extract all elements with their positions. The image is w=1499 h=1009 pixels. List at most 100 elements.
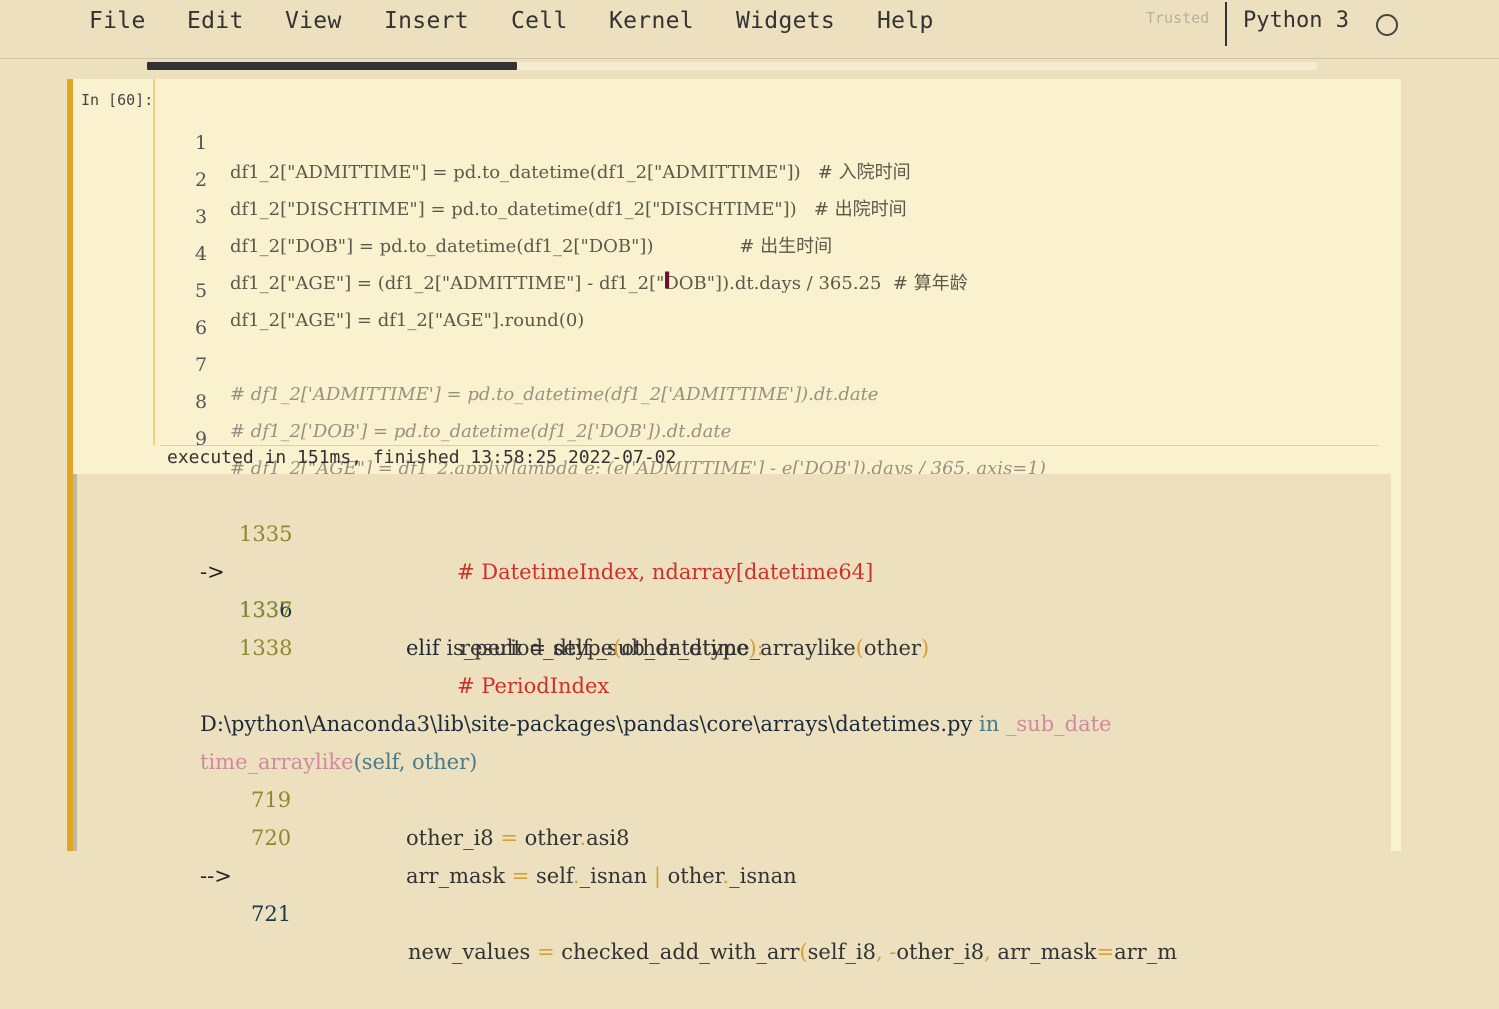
traceback-code: # DatetimeIndex, ndarray[datetime64] [457, 560, 874, 584]
code-comment: # df1_2['DOB'] = pd.to_datetime(df1_2['D… [230, 421, 732, 442]
code-line: 7 # df1_2['ADMITTIME'] = pd.to_datetime(… [155, 320, 878, 405]
code-token: self [529, 864, 573, 888]
code-text: df1_2["ADMITTIME"] = pd.to_datetime(df1_… [230, 162, 911, 183]
traceback-line: 719 other_i8 = other.asi8 [77, 743, 629, 850]
traceback-line: 1337 elif is_period_dtype(other_dtype): [77, 553, 764, 660]
output-separator [160, 445, 1378, 446]
code-token: ( [799, 940, 808, 964]
text-cursor-icon: I [663, 269, 672, 294]
code-token: arr_mask [990, 940, 1097, 964]
code-token: = [536, 940, 555, 964]
code-comment: # df1_2['ADMITTIME'] = pd.to_datetime(df… [230, 384, 879, 405]
code-token: asi8 [586, 826, 630, 850]
line-number: 7 [195, 354, 208, 376]
code-token: . [722, 864, 730, 888]
code-token: - [882, 940, 897, 964]
code-line: 9 # df1_2["AGE"] = df1_2.apply(lambda e:… [155, 394, 1046, 479]
traceback-line-current: --> 721 new_values = checked_add_with_ar… [77, 819, 1177, 964]
code-token: _isnan [579, 864, 654, 888]
code-token: = [1096, 940, 1115, 964]
traceback-line-number: 1337 [239, 598, 293, 622]
cell-prompt: In [60]: [81, 91, 154, 109]
traceback-line-current: -> 1336 result = self._sub_datetime_arra… [77, 515, 929, 660]
traceback-code: other_i8 = other.asi8 [406, 819, 629, 857]
code-token: ( [855, 636, 864, 660]
code-token: other [660, 864, 723, 888]
code-token: in [972, 712, 1006, 736]
function-args: (self, other) [353, 750, 478, 774]
traceback-line-number: 1335 [239, 522, 293, 546]
code-token: arr_mask [406, 864, 512, 888]
code-token: , [984, 940, 991, 964]
traceback-line: 1338 # PeriodIndex [77, 591, 609, 698]
code-token: other [863, 636, 921, 660]
menu-widgets[interactable]: Widgets [736, 8, 835, 34]
code-token: , [875, 940, 883, 964]
traceback-function: time_arraylike(self, other) [200, 743, 477, 781]
code-text: df1_2["AGE"] = (df1_2["ADMITTIME"] - df1… [230, 273, 968, 294]
code-token: elif [406, 636, 440, 660]
menu-edit[interactable]: Edit [187, 8, 244, 34]
line-number: 2 [195, 169, 208, 191]
code-token: arr_m [1114, 940, 1178, 964]
code-token: other_i8 [406, 826, 501, 850]
kernel-idle-circle-icon [1376, 14, 1398, 36]
code-cell[interactable]: In [60]: 1 df1_2["ADMITTIME"] = pd.to_da… [67, 79, 1401, 964]
code-token: ): [748, 636, 764, 660]
traceback-line-number: 719 [251, 788, 292, 812]
code-line: 6 [155, 283, 207, 339]
code-text: df1_2["DOB"] = pd.to_datetime(df1_2["DOB… [230, 236, 833, 257]
line-number: 3 [195, 206, 208, 228]
menubar: File Edit View Insert Cell Kernel Widget… [0, 0, 1499, 59]
code-token: new_values [408, 940, 537, 964]
traceback-line: 720 arr_mask = self._isnan | other._isna… [77, 781, 797, 888]
menu-cell[interactable]: Cell [511, 8, 568, 34]
menu-kernel[interactable]: Kernel [609, 8, 694, 34]
code-token: checked_add_with_arr [554, 940, 800, 964]
traceback-code: # PeriodIndex [457, 674, 610, 698]
code-text: df1_2["DISCHTIME"] = pd.to_datetime(df1_… [230, 199, 907, 220]
line-number: 4 [195, 243, 208, 265]
execution-time-info: executed in 151ms, finished 13:58:25 202… [167, 447, 677, 468]
menu-view[interactable]: View [285, 8, 342, 34]
line-number: 6 [195, 317, 208, 339]
traceback-file: D:\python\Anaconda3\lib\site-packages\pa… [200, 705, 1111, 743]
code-line: 5 df1_2["AGE"] = df1_2["AGE"].round(0) [155, 246, 584, 331]
cell-output-traceback[interactable]: 1335 # DatetimeIndex, ndarray[datetime64… [73, 474, 1391, 964]
scrollbar-thumb[interactable] [147, 62, 517, 70]
code-line: 2 df1_2["DISCHTIME"] = pd.to_datetime(df… [155, 135, 907, 220]
traceback-code: arr_mask = self._isnan | other._isnan [406, 857, 797, 895]
menu-insert[interactable]: Insert [384, 8, 469, 34]
current-line-arrow: -> [200, 560, 225, 584]
code-token: | [653, 864, 661, 888]
line-number: 1 [195, 132, 208, 154]
cell-input[interactable]: 1 df1_2["ADMITTIME"] = pd.to_datetime(df… [153, 79, 1375, 479]
traceback-code: elif is_period_dtype(other_dtype): [406, 629, 764, 667]
traceback-line-number: 1338 [239, 636, 293, 660]
code-line: 4 df1_2["AGE"] = (df1_2["ADMITTIME"] - d… [155, 209, 968, 294]
code-token: _isnan [729, 864, 797, 888]
function-name: _sub_date [1005, 712, 1112, 736]
code-token: self_i8 [807, 940, 876, 964]
function-name: time_arraylike [200, 750, 354, 774]
traceback-file-header: time_arraylike(self, other) [77, 705, 477, 774]
current-line-arrow: --> [200, 864, 232, 888]
line-number: 8 [195, 391, 208, 413]
code-token: other [517, 826, 580, 850]
code-token: ) [920, 636, 930, 660]
menu-help[interactable]: Help [877, 8, 934, 34]
code-line: 8 # df1_2['DOB'] = pd.to_datetime(df1_2[… [155, 357, 731, 442]
code-token: = [500, 826, 518, 850]
trusted-badge[interactable]: Trusted [1146, 9, 1209, 27]
code-token: . [572, 864, 580, 888]
menu-file[interactable]: File [89, 8, 146, 34]
kernel-divider [1225, 2, 1227, 46]
file-path: D:\python\Anaconda3\lib\site-packages\pa… [200, 712, 973, 736]
horizontal-scrollbar[interactable] [147, 62, 1317, 70]
kernel-name[interactable]: Python 3 [1243, 8, 1349, 33]
traceback-line-number: 721 [251, 902, 292, 926]
code-token: other_dtype [621, 636, 749, 660]
code-token: = [511, 864, 530, 888]
line-number: 5 [195, 280, 208, 302]
code-line: 1 df1_2["ADMITTIME"] = pd.to_datetime(df… [155, 98, 911, 183]
